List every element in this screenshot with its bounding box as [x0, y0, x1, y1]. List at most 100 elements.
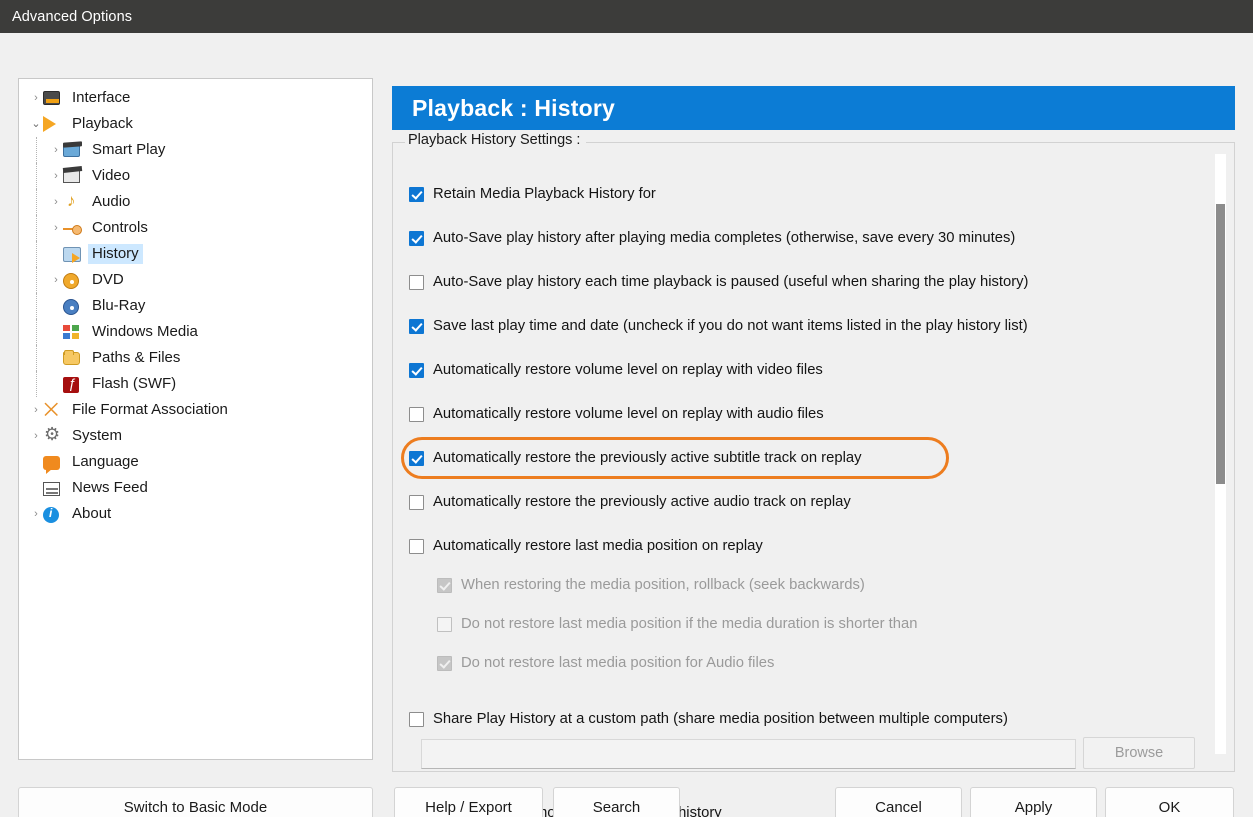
help-export-button[interactable]: Help / Export	[394, 787, 543, 817]
browse-button[interactable]: Browse	[1083, 737, 1195, 769]
sidebar-item-smart-play[interactable]: › Smart Play	[19, 137, 372, 163]
ok-button[interactable]: OK	[1105, 787, 1234, 817]
chevron-right-icon[interactable]: ›	[29, 508, 43, 520]
groupbox-legend: Playback History Settings :	[406, 132, 587, 148]
option-row-restore-subtitle-track[interactable]: Automatically restore the previously act…	[401, 437, 1234, 479]
checkbox-audio-no-restore[interactable]	[437, 655, 452, 671]
dvd-disc-icon-glyph	[63, 273, 79, 289]
option-row-retain-history[interactable]: Retain Media Playback History for 30 day…	[409, 180, 1234, 208]
slider-icon-glyph	[63, 225, 82, 235]
navigation-tree[interactable]: › Interface ⌄ Playback › Smart Play › Video › Aud…	[18, 78, 373, 760]
chevron-right-icon[interactable]: ›	[29, 404, 43, 416]
sidebar-item-file-format-association[interactable]: › File Format Association	[19, 397, 372, 423]
checkbox-retain-history[interactable]	[409, 186, 424, 202]
apply-button[interactable]: Apply	[970, 787, 1097, 817]
sidebar-item-windows-media[interactable]: Windows Media	[19, 319, 372, 345]
chevron-right-icon[interactable]: ›	[29, 430, 43, 442]
checkbox-rollback[interactable]	[437, 577, 452, 593]
switch-to-basic-mode-button[interactable]: Switch to Basic Mode	[18, 787, 373, 817]
option-row-restore-volume-audio[interactable]: Automatically restore volume level on re…	[409, 400, 1234, 428]
option-label: Auto-Save play history after playing med…	[433, 230, 1016, 246]
sidebar-item-label: Controls	[92, 219, 148, 236]
sidebar-item-flash-swf[interactable]: Flash (SWF)	[19, 371, 372, 397]
chevron-right-icon[interactable]: ›	[49, 196, 63, 208]
checkbox-restore-audio-track[interactable]	[409, 494, 424, 510]
options-list: Retain Media Playback History for 30 day…	[393, 164, 1234, 817]
tree-guide-line	[36, 137, 37, 163]
option-row-autosave-complete[interactable]: Auto-Save play history after playing med…	[409, 224, 1234, 252]
chevron-right-icon[interactable]: ›	[29, 92, 43, 104]
checkbox-restore-subtitle-track[interactable]	[409, 450, 424, 466]
suboption-label: Do not restore last media position for A…	[461, 655, 775, 671]
sidebar-item-interface[interactable]: › Interface	[19, 85, 372, 111]
sidebar-item-label: Flash (SWF)	[92, 375, 177, 392]
newspaper-icon-glyph	[43, 482, 60, 496]
sidebar-item-playback[interactable]: ⌄ Playback	[19, 111, 372, 137]
sidebar-item-label: Smart Play	[92, 141, 166, 158]
settings-panel: Playback : History Playback History Sett…	[392, 86, 1235, 817]
sidebar-item-label: File Format Association	[72, 401, 228, 418]
share-path-input[interactable]	[421, 739, 1076, 769]
option-row-restore-volume-video[interactable]: Automatically restore volume level on re…	[409, 356, 1234, 384]
checkbox-restore-last-position[interactable]	[409, 538, 424, 554]
monitor-icon-glyph	[43, 91, 60, 105]
share-path-row: Browse	[421, 737, 1234, 769]
history-icon-glyph	[63, 247, 81, 263]
checkbox-autosave-complete[interactable]	[409, 230, 424, 246]
option-label: Save last play time and date (uncheck if…	[433, 318, 1028, 334]
checkbox-autosave-paused[interactable]	[409, 274, 424, 290]
suboption-label: When restoring the media position, rollb…	[461, 577, 865, 593]
checkbox-save-last-play-time[interactable]	[409, 318, 424, 334]
sidebar-item-dvd[interactable]: › DVD	[19, 267, 372, 293]
sidebar-item-label: Playback	[72, 115, 133, 132]
suboption-row-audio-no-restore[interactable]: Do not restore last media position for A…	[437, 649, 1234, 677]
search-button[interactable]: Search	[553, 787, 680, 817]
chevron-down-icon[interactable]: ⌄	[29, 118, 43, 130]
groupbox-border-left	[393, 142, 405, 143]
graduation-icon-glyph	[63, 144, 80, 157]
sidebar-item-controls[interactable]: › Controls	[19, 215, 372, 241]
page-title: Playback : History	[412, 94, 616, 121]
sidebar-item-about[interactable]: › About	[19, 501, 372, 527]
option-row-restore-last-position[interactable]: Automatically restore last media positio…	[409, 532, 1234, 560]
file-assoc-icon-glyph	[43, 400, 61, 421]
checkbox-share-history[interactable]	[409, 711, 424, 727]
option-row-save-last-play-time[interactable]: Save last play time and date (uncheck if…	[409, 312, 1234, 340]
sidebar-item-video[interactable]: › Video	[19, 163, 372, 189]
option-label: Automatically restore volume level on re…	[433, 362, 823, 378]
sidebar-item-paths-files[interactable]: Paths & Files	[19, 345, 372, 371]
chevron-right-icon[interactable]: ›	[49, 222, 63, 234]
sidebar-item-system[interactable]: › System	[19, 423, 372, 449]
folder-icon-glyph	[63, 350, 80, 365]
sidebar-item-label: About	[72, 505, 112, 522]
suboption-row-min-duration[interactable]: Do not restore last media position if th…	[437, 610, 1234, 638]
window-titlebar: Advanced Options	[0, 0, 1253, 33]
chevron-right-icon[interactable]: ›	[49, 170, 63, 182]
cancel-button[interactable]: Cancel	[835, 787, 962, 817]
option-row-share-history[interactable]: Share Play History at a custom path (sha…	[409, 705, 1234, 733]
file-assoc-icon	[43, 400, 63, 421]
sidebar-item-label: Interface	[72, 89, 131, 106]
checkbox-restore-volume-video[interactable]	[409, 362, 424, 378]
option-row-autosave-paused[interactable]: Auto-Save play history each time playbac…	[409, 268, 1234, 296]
chevron-right-icon[interactable]: ›	[49, 144, 63, 156]
sidebar-item-news-feed[interactable]: News Feed	[19, 475, 372, 501]
tree-guide-line	[36, 319, 37, 345]
gear-icon-glyph	[43, 424, 60, 445]
chevron-right-icon[interactable]: ›	[49, 274, 63, 286]
clapperboard-icon-glyph	[63, 170, 80, 183]
sidebar-item-language[interactable]: Language	[19, 449, 372, 475]
window-title: Advanced Options	[12, 8, 133, 25]
suboption-row-rollback[interactable]: When restoring the media position, rollb…	[437, 571, 1234, 599]
sidebar-item-audio[interactable]: › Audio	[19, 189, 372, 215]
sidebar-item-history[interactable]: History	[19, 241, 372, 267]
option-label: Retain Media Playback History for	[433, 186, 656, 202]
sidebar-item-blu-ray[interactable]: Blu-Ray	[19, 293, 372, 319]
info-icon	[43, 505, 63, 523]
sidebar-item-label: News Feed	[72, 479, 148, 496]
option-row-restore-audio-track[interactable]: Automatically restore the previously act…	[409, 488, 1234, 516]
checkbox-restore-volume-audio[interactable]	[409, 406, 424, 422]
tree-guide-line	[36, 163, 37, 189]
checkbox-min-duration[interactable]	[437, 616, 452, 632]
settings-groupbox: Playback History Settings : Retain Media…	[392, 132, 1235, 817]
